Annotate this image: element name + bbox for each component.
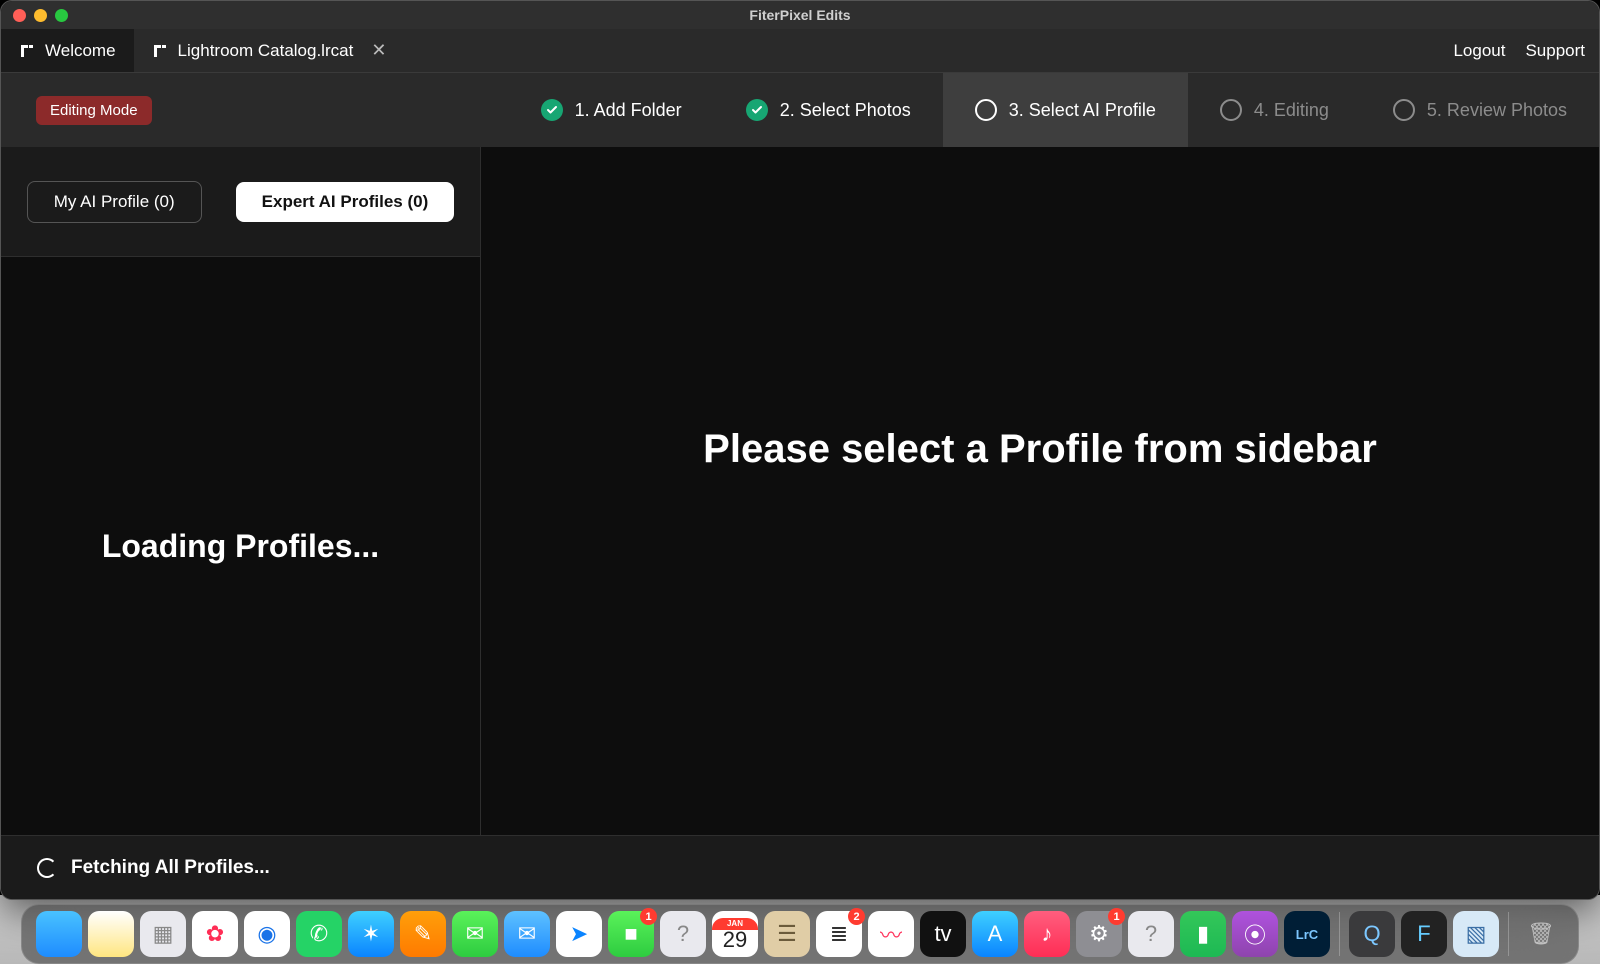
fetching-text: Fetching All Profiles... xyxy=(71,857,270,879)
circle-icon xyxy=(975,99,997,121)
support-link[interactable]: Support xyxy=(1525,41,1585,61)
safari-icon[interactable]: ✶ xyxy=(348,911,394,957)
close-window-button[interactable] xyxy=(13,9,26,22)
whatsapp-icon[interactable]: ✆ xyxy=(296,911,342,957)
select-profile-prompt: Please select a Profile from sidebar xyxy=(481,427,1599,472)
calendar-icon[interactable]: JAN29 xyxy=(712,911,758,957)
app-logo-icon xyxy=(152,43,168,59)
maps-icon[interactable]: ➤ xyxy=(556,911,602,957)
workflow-stepper: Editing Mode 1. Add Folder 2. Select Phot… xyxy=(1,73,1599,147)
help-icon[interactable]: ? xyxy=(660,911,706,957)
lightroom-icon[interactable]: LrC xyxy=(1284,911,1330,957)
step-2[interactable]: 2. Select Photos xyxy=(714,73,943,147)
logout-link[interactable]: Logout xyxy=(1453,41,1505,61)
mail-icon[interactable]: ✉ xyxy=(504,911,550,957)
dock-separator xyxy=(1339,912,1340,956)
document-tabbar: Welcome Lightroom Catalog.lrcat ✕ Logout… xyxy=(1,29,1599,73)
tab-label: Lightroom Catalog.lrcat xyxy=(178,41,354,61)
circle-icon xyxy=(1220,99,1242,121)
chrome-icon[interactable]: ◉ xyxy=(244,911,290,957)
fiterpixel-icon[interactable]: F xyxy=(1401,911,1447,957)
notification-badge: 1 xyxy=(1108,908,1125,925)
reminders-icon[interactable]: ≣2 xyxy=(816,911,862,957)
header-links: Logout Support xyxy=(1453,29,1599,72)
step-label: 4. Editing xyxy=(1254,100,1329,121)
step-5: 5. Review Photos xyxy=(1361,73,1599,147)
check-icon xyxy=(746,99,768,121)
step-label: 2. Select Photos xyxy=(780,100,911,121)
app-body: My AI Profile (0) Expert AI Profiles (0)… xyxy=(1,147,1599,835)
dock-separator xyxy=(1508,912,1509,956)
profiles-sidebar: My AI Profile (0) Expert AI Profiles (0)… xyxy=(1,147,481,835)
app-window: FiterPixel Edits Welcome Lightroom Catal… xyxy=(0,0,1600,900)
quicktime-icon[interactable]: Q xyxy=(1349,911,1395,957)
expert-ai-profiles-tab[interactable]: Expert AI Profiles (0) xyxy=(236,182,455,222)
close-tab-button[interactable]: ✕ xyxy=(371,40,386,61)
circle-icon xyxy=(1393,99,1415,121)
preview-icon[interactable]: ▧ xyxy=(1453,911,1499,957)
check-icon xyxy=(541,99,563,121)
tab-label: Welcome xyxy=(45,41,116,61)
freeform-icon[interactable]: 〰 xyxy=(868,911,914,957)
contacts-icon[interactable]: ☰ xyxy=(764,911,810,957)
step-1[interactable]: 1. Add Folder xyxy=(509,73,714,147)
editing-mode-badge: Editing Mode xyxy=(36,96,152,125)
music-icon[interactable]: ♪ xyxy=(1024,911,1070,957)
macos-dock: ▦✿◉✆✶✎✉✉➤■1?JAN29☰≣2〰tvA♪⚙1?▮⦿LrCQF▧🗑 xyxy=(21,904,1579,964)
step-3[interactable]: 3. Select AI Profile xyxy=(943,73,1188,147)
launchpad-icon[interactable]: ▦ xyxy=(140,911,186,957)
trash-icon[interactable]: 🗑 xyxy=(1518,911,1564,957)
podcasts-icon[interactable]: ⦿ xyxy=(1232,911,1278,957)
traffic-lights xyxy=(13,9,68,22)
tab-welcome[interactable]: Welcome xyxy=(1,29,134,72)
step-label: 5. Review Photos xyxy=(1427,100,1567,121)
notification-badge: 1 xyxy=(640,908,657,925)
my-ai-profile-tab[interactable]: My AI Profile (0) xyxy=(27,181,202,223)
step-label: 1. Add Folder xyxy=(575,100,682,121)
window-title: FiterPixel Edits xyxy=(1,7,1599,23)
step-4: 4. Editing xyxy=(1188,73,1361,147)
titlebar: FiterPixel Edits xyxy=(1,1,1599,29)
macos-dock-wrap: ▦✿◉✆✶✎✉✉➤■1?JAN29☰≣2〰tvA♪⚙1?▮⦿LrCQF▧🗑 xyxy=(0,904,1600,964)
profile-tabs: My AI Profile (0) Expert AI Profiles (0) xyxy=(1,147,480,257)
main-panel: Please select a Profile from sidebar xyxy=(481,147,1599,835)
finder-icon[interactable] xyxy=(36,911,82,957)
help2-icon[interactable]: ? xyxy=(1128,911,1174,957)
tab-catalog[interactable]: Lightroom Catalog.lrcat ✕ xyxy=(134,29,405,72)
step-label: 3. Select AI Profile xyxy=(1009,100,1156,121)
minimize-window-button[interactable] xyxy=(34,9,47,22)
calendar-day: 29 xyxy=(723,929,747,951)
app-logo-icon xyxy=(19,43,35,59)
zoom-window-button[interactable] xyxy=(55,9,68,22)
appstore-icon[interactable]: A xyxy=(972,911,1018,957)
facetime-icon[interactable]: ■1 xyxy=(608,911,654,957)
spinner-icon xyxy=(37,858,57,878)
messages-icon[interactable]: ✉ xyxy=(452,911,498,957)
settings-icon[interactable]: ⚙1 xyxy=(1076,911,1122,957)
numbers-icon[interactable]: ▮ xyxy=(1180,911,1226,957)
notes-icon[interactable] xyxy=(88,911,134,957)
sidebar-content: Loading Profiles... xyxy=(1,257,480,835)
fetching-status: Fetching All Profiles... xyxy=(1,835,1599,899)
loading-profiles-text: Loading Profiles... xyxy=(102,528,379,565)
photos-icon[interactable]: ✿ xyxy=(192,911,238,957)
notification-badge: 2 xyxy=(848,908,865,925)
tv-icon[interactable]: tv xyxy=(920,911,966,957)
pages-icon[interactable]: ✎ xyxy=(400,911,446,957)
